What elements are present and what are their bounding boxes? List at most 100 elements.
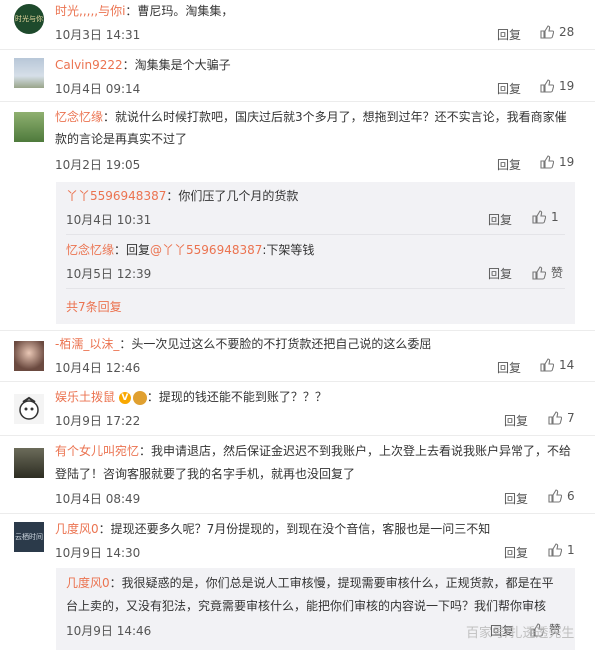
like-count: 19 bbox=[559, 155, 575, 169]
sub-reply-text: 丫丫5596948387：你们压了几个月的货款 bbox=[66, 185, 298, 207]
user-name[interactable]: 忆念忆缘 bbox=[55, 110, 103, 124]
comment-text: 忆念忆缘：就说什么时候打款吧，国庆过后就3个多月了，想拖到过年？还不实言论，我看… bbox=[55, 106, 567, 128]
avatar-text: 时光与你 bbox=[15, 15, 43, 23]
thumbs-up-icon bbox=[548, 411, 562, 425]
like-button[interactable]: 7 bbox=[548, 411, 575, 425]
like-count: 赞 bbox=[551, 266, 564, 280]
avatar[interactable] bbox=[14, 58, 44, 88]
reply-button[interactable]: 回复 bbox=[488, 211, 512, 228]
like-button[interactable]: 19 bbox=[540, 155, 574, 169]
reply-body-cont: 台上卖的，又没有犯法，究竟需要审核什么，能把你们审核的内容说一下吗？我们帮你审核 bbox=[66, 599, 547, 613]
reply-body-cont: :下架等钱 bbox=[262, 243, 315, 257]
user-name[interactable]: 几度风0 bbox=[55, 522, 99, 536]
like-count: 19 bbox=[559, 79, 575, 93]
like-count: 1 bbox=[551, 210, 559, 224]
reply-date: 10月4日 10:31 bbox=[66, 213, 152, 227]
thumbs-up-icon bbox=[548, 543, 562, 557]
like-button[interactable]: 1 bbox=[532, 210, 559, 224]
like-button[interactable]: 28 bbox=[540, 25, 574, 39]
reply-body: ：回复 bbox=[114, 243, 151, 257]
like-button[interactable]: 14 bbox=[540, 358, 574, 372]
divider bbox=[0, 435, 595, 436]
thumbs-up-icon bbox=[540, 155, 554, 169]
thumbs-up-icon bbox=[540, 25, 554, 39]
reply-button[interactable]: 回复 bbox=[488, 265, 512, 282]
user-name[interactable]: 时光,,,,,与你i bbox=[55, 4, 125, 18]
comment-date: 10月3日 14:31 bbox=[55, 28, 141, 42]
divider bbox=[0, 381, 595, 382]
thumbs-up-icon bbox=[548, 489, 562, 503]
user-name[interactable]: 丫丫5596948387 bbox=[66, 189, 166, 203]
comment-date: 10月2日 19:05 bbox=[55, 158, 141, 172]
avatar[interactable]: 云栖时间 bbox=[14, 522, 44, 552]
divider bbox=[0, 49, 595, 50]
like-button[interactable]: 赞 bbox=[532, 264, 563, 281]
comment-body: ：我申请退店，然后保证金迟迟不到我账户，上次登上去看说我账户异常了，不给 bbox=[139, 444, 572, 458]
comment-body: ：淘集集是个大骗子 bbox=[122, 58, 231, 72]
like-button[interactable]: 6 bbox=[548, 489, 575, 503]
comment-date: 10月4日 09:14 bbox=[55, 82, 141, 96]
like-count: 28 bbox=[559, 25, 575, 39]
mention-link[interactable]: @丫丫5596948387 bbox=[150, 243, 262, 257]
reply-button[interactable]: 回复 bbox=[504, 544, 528, 561]
comment-body: ：就说什么时候打款吧，国庆过后就3个多月了，想拖到过年？还不实言论，我看商家催 bbox=[103, 110, 567, 124]
like-count: 14 bbox=[559, 358, 575, 372]
user-name[interactable]: 几度风0 bbox=[66, 576, 110, 590]
avatar[interactable] bbox=[14, 448, 44, 478]
avatar[interactable] bbox=[14, 394, 44, 424]
cartoon-face-icon bbox=[19, 396, 39, 420]
thumbs-up-icon bbox=[540, 79, 554, 93]
reply-button[interactable]: 回复 bbox=[497, 26, 521, 43]
user-name[interactable]: -栢濡_以沫_ bbox=[55, 337, 119, 351]
reply-button[interactable]: 回复 bbox=[504, 490, 528, 507]
divider bbox=[0, 513, 595, 514]
like-count: 6 bbox=[567, 489, 575, 503]
user-name[interactable]: 有个女儿叫宛忆 bbox=[55, 444, 139, 458]
comment-text: -栢濡_以沫_：头一次见过这么不要脸的不打货款还把自己说的这么委屈 bbox=[55, 333, 431, 355]
divider bbox=[66, 288, 565, 289]
avatar[interactable]: 时光与你 bbox=[14, 4, 44, 34]
comment-date: 10月4日 08:49 bbox=[55, 492, 141, 506]
divider bbox=[0, 330, 595, 331]
divider bbox=[66, 234, 565, 235]
medal-icon bbox=[132, 390, 147, 405]
avatar[interactable] bbox=[14, 112, 44, 142]
reply-button[interactable]: 回复 bbox=[504, 412, 528, 429]
sub-reply-text: 几度风0：我很疑惑的是，你们总是说人工审核慢，提现需要审核什么，正规货款，都是在… bbox=[66, 572, 554, 594]
reply-button[interactable]: 回复 bbox=[497, 80, 521, 97]
reply-date: 10月9日 14:46 bbox=[66, 624, 152, 638]
comment-date: 10月4日 12:46 bbox=[55, 361, 141, 375]
like-button[interactable]: 1 bbox=[548, 543, 575, 557]
sub-reply-box: 丫丫5596948387：你们压了几个月的货款 10月4日 10:31 回复 1… bbox=[56, 182, 575, 324]
comment-body-cont: 款的言论是再真实不过了 bbox=[55, 132, 188, 146]
comment-date: 10月9日 14:30 bbox=[55, 546, 141, 560]
thumbs-up-icon bbox=[540, 358, 554, 372]
thumbs-up-icon bbox=[532, 265, 546, 280]
comment-body: ：曹尼玛。淘集集， bbox=[125, 4, 234, 18]
reply-date: 10月5日 12:39 bbox=[66, 267, 152, 281]
reply-body: ：你们压了几个月的货款 bbox=[166, 189, 299, 203]
comment-text: 有个女儿叫宛忆：我申请退店，然后保证金迟迟不到我账户，上次登上去看说我账户异常了… bbox=[55, 440, 571, 462]
reply-body: ：我很疑惑的是，你们总是说人工审核慢，提现需要审核什么，正规货款，都是在平 bbox=[109, 576, 554, 590]
user-name[interactable]: Calvin9222 bbox=[55, 58, 123, 72]
comment-text: Calvin9222：淘集集是个大骗子 bbox=[55, 54, 231, 76]
like-button[interactable]: 19 bbox=[540, 79, 574, 93]
comment-body: ：提现还要多久呢？7月份提现的，到现在没个音信，客服也是一问三不知 bbox=[98, 522, 491, 536]
like-count: 1 bbox=[567, 543, 575, 557]
comment-body: ：头一次见过这么不要脸的不打货款还把自己说的这么委屈 bbox=[119, 337, 432, 351]
reply-button[interactable]: 回复 bbox=[497, 156, 521, 173]
reply-button[interactable]: 回复 bbox=[497, 359, 521, 376]
like-count: 7 bbox=[567, 411, 575, 425]
comment-text: 时光,,,,,与你i：曹尼玛。淘集集， bbox=[55, 0, 233, 22]
user-name[interactable]: 忆念忆缘 bbox=[66, 243, 114, 257]
comment-body-cont: 登陆了！咨询客服就要了我的名字手机，就再也没回复了 bbox=[55, 467, 356, 481]
comment-text: 几度风0：提现还要多久呢？7月份提现的，到现在没个音信，客服也是一问三不知 bbox=[55, 518, 490, 540]
thumbs-up-icon bbox=[532, 210, 546, 224]
avatar-text: 云栖时间 bbox=[15, 533, 43, 541]
more-replies-link[interactable]: 共7条回复 bbox=[66, 298, 122, 315]
watermark: 百家号/扎透透先生 bbox=[466, 626, 575, 641]
verified-badge-icon: V bbox=[118, 391, 131, 404]
user-name[interactable]: 娱乐土拨鼠 bbox=[55, 390, 115, 404]
comment-text: 娱乐土拨鼠 V ：提现的钱还能不能到账了？？？ bbox=[55, 386, 327, 408]
avatar[interactable] bbox=[14, 341, 44, 371]
